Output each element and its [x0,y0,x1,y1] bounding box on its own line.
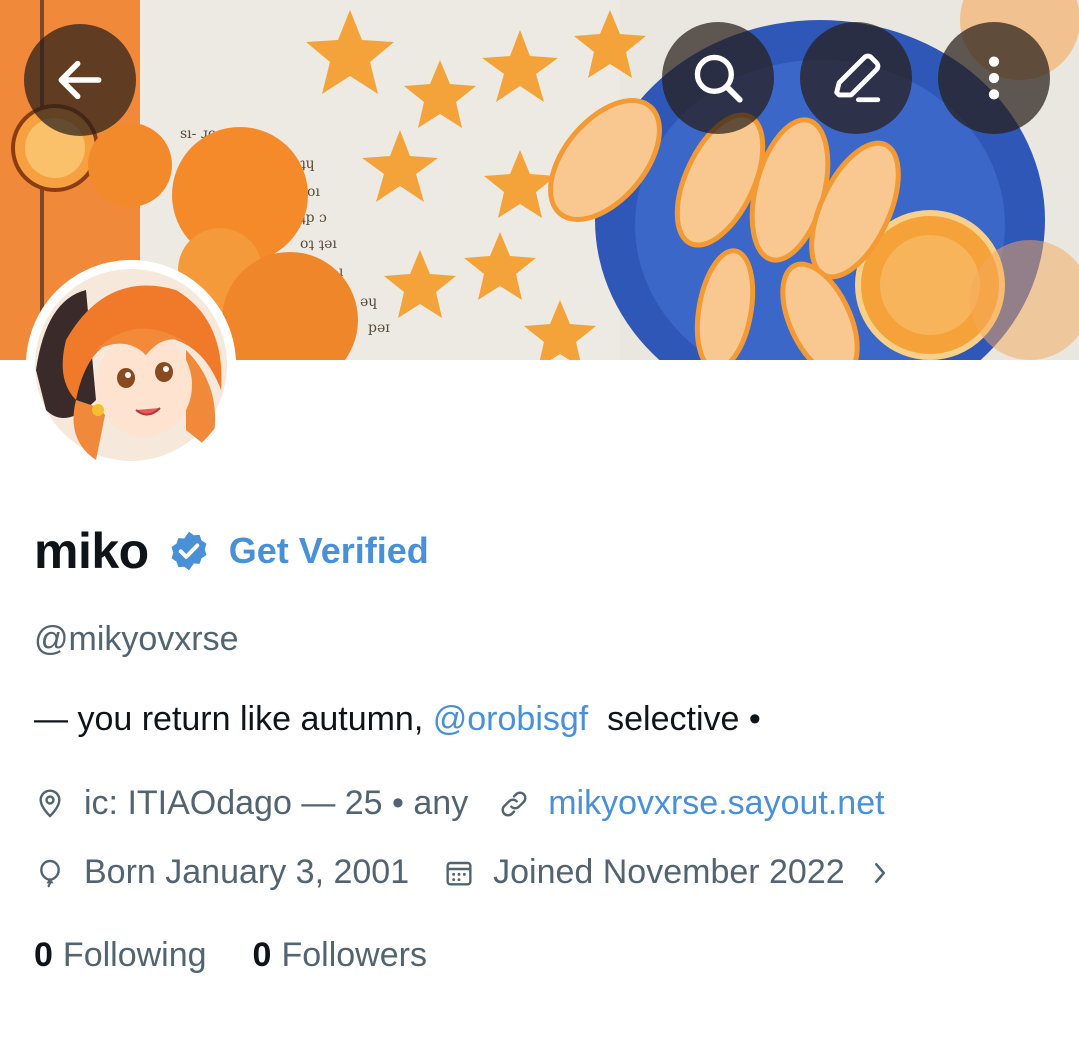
bio-text-suffix: selective • [588,700,761,738]
avatar-image [26,260,236,470]
profile-stats: 0 Following 0 Followers [34,936,427,975]
profile-joined-date: Joined November 2022 [493,853,845,891]
more-vertical-icon [988,56,1000,100]
edit-profile-button[interactable] [800,22,912,134]
avatar[interactable] [26,260,236,470]
search-icon [694,54,743,103]
following-count: 0 [34,936,53,974]
profile-meta-row-2: Born January 3, 2001 Joined November 202… [34,853,891,892]
profile-meta-row-1: ic: ITIAOdago — 25 • any mikyovxrse.sayo… [34,784,885,823]
calendar-icon [446,861,472,886]
edit-pencil-icon [834,53,881,103]
profile-website-link[interactable]: mikyovxrse.sayout.net [548,784,884,823]
location-pin-icon [39,788,61,818]
link-icon [501,791,527,816]
verified-badge-icon[interactable] [167,529,211,573]
profile-bio: — you return like autumn, @orobisgf sele… [34,700,761,739]
profile-location: ic: ITIAOdago — 25 • any [84,784,469,822]
following-label: Following [62,936,207,974]
get-verified-link[interactable]: Get Verified [229,530,429,572]
following-link[interactable]: 0 Following [34,936,207,975]
bio-mention-link[interactable]: @orobisgf [433,700,588,738]
followers-count: 0 [252,936,272,974]
back-button[interactable] [24,24,136,136]
bio-text-prefix: — you return like autumn, [34,700,433,738]
name-row: miko Get Verified [34,520,429,582]
followers-label: Followers [281,936,427,974]
display-name: miko [34,523,149,579]
profile-birthday: Born January 3, 2001 [84,853,410,891]
chevron-right-icon[interactable] [869,858,891,888]
svg-text:pəɪ: pəɪ [368,320,390,336]
svg-text:əɥ: əɥ [360,294,377,310]
more-options-button[interactable] [938,22,1050,134]
svg-text:oʇ ʇəı: oʇ ʇəı [300,236,337,252]
balloon-icon [40,859,60,887]
followers-link[interactable]: 0 Followers [253,936,427,975]
profile-handle: @mikyovxrse [34,620,239,658]
arrow-left-icon [58,60,102,100]
search-button[interactable] [662,22,774,134]
